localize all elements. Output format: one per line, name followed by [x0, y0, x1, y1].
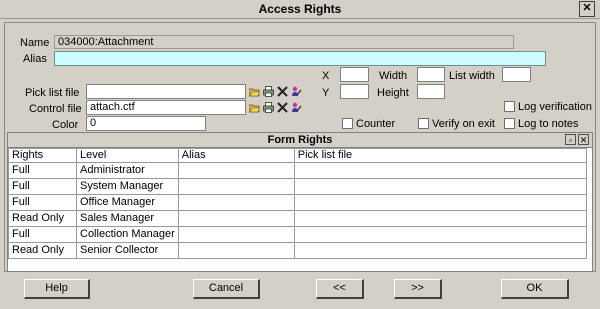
- width-input[interactable]: [417, 67, 445, 82]
- counter-label: Counter: [356, 118, 396, 130]
- pick-list-cell[interactable]: [293, 242, 587, 259]
- folder-open-icon[interactable]: [249, 102, 260, 113]
- rights-cell[interactable]: Full: [8, 178, 77, 195]
- level-cell[interactable]: Administrator: [76, 162, 179, 179]
- verify-on-exit-checkbox[interactable]: [418, 118, 429, 129]
- close-icon: ✕: [582, 2, 592, 14]
- help-button[interactable]: Help: [24, 279, 90, 299]
- table-row[interactable]: Full Administrator: [8, 162, 587, 179]
- name-field: 034000:Attachment: [54, 35, 514, 49]
- name-label: Name: [20, 37, 50, 49]
- column-header[interactable]: Level: [76, 148, 179, 163]
- table-row[interactable]: Full Office Manager: [8, 194, 587, 211]
- level-cell[interactable]: System Manager: [76, 178, 179, 195]
- log-verification-label: Log verification: [518, 101, 592, 113]
- level-cell[interactable]: Senior Collector: [76, 242, 179, 259]
- list-width-input[interactable]: [502, 67, 531, 82]
- y-label: Y: [322, 87, 330, 99]
- table-row[interactable]: Full System Manager: [8, 178, 587, 195]
- level-cell[interactable]: Collection Manager: [76, 226, 179, 243]
- delete-x-icon[interactable]: [277, 102, 288, 113]
- ok-button[interactable]: OK: [501, 279, 569, 299]
- level-cell[interactable]: Office Manager: [76, 194, 179, 211]
- color-input[interactable]: 0: [86, 116, 206, 131]
- folder-open-icon[interactable]: [249, 86, 260, 97]
- pick-list-input[interactable]: [86, 84, 246, 99]
- verify-on-exit-label: Verify on exit: [432, 118, 495, 130]
- window-title: Access Rights: [258, 2, 342, 16]
- pick-list-cell[interactable]: [293, 210, 587, 227]
- form-rights-table: Rights Level Alias Pick list file Full A…: [8, 148, 587, 259]
- rights-cell[interactable]: Read Only: [8, 242, 77, 259]
- table-row[interactable]: Read Only Senior Collector: [8, 242, 587, 259]
- table-header-row: Rights Level Alias Pick list file: [8, 148, 587, 163]
- next-button[interactable]: >>: [394, 279, 442, 299]
- alias-input[interactable]: [54, 51, 546, 66]
- control-file-input[interactable]: attach.ctf: [86, 100, 246, 115]
- control-file-toolbar: [249, 102, 309, 114]
- control-file-label: Control file: [29, 103, 82, 115]
- alias-cell[interactable]: [177, 242, 295, 259]
- close-icon: ✕: [579, 135, 588, 145]
- restore-button[interactable]: ▫: [565, 134, 576, 145]
- person-edit-icon[interactable]: [291, 86, 302, 97]
- alias-cell[interactable]: [177, 178, 295, 195]
- x-label: X: [322, 70, 330, 82]
- y-input[interactable]: [340, 84, 369, 99]
- rights-cell[interactable]: Full: [8, 162, 77, 179]
- x-input[interactable]: [340, 67, 369, 82]
- height-label: Height: [377, 87, 409, 99]
- previous-button[interactable]: <<: [316, 279, 364, 299]
- close-window-button[interactable]: ✕: [579, 1, 595, 17]
- pick-list-cell[interactable]: [293, 194, 587, 211]
- log-verification-checkbox[interactable]: [504, 101, 515, 112]
- printer-icon[interactable]: [263, 102, 274, 113]
- alias-label: Alias: [23, 53, 47, 65]
- height-input[interactable]: [417, 84, 445, 99]
- pick-list-label: Pick list file: [25, 87, 80, 99]
- alias-cell[interactable]: [177, 194, 295, 211]
- rights-cell[interactable]: Read Only: [8, 210, 77, 227]
- form-rights-panel: Form Rights ▫ ✕ Rights Level Alias Pick …: [7, 132, 593, 272]
- form-rights-title: Form Rights: [8, 133, 592, 148]
- color-label: Color: [52, 119, 79, 131]
- width-label: Width: [379, 70, 408, 82]
- rights-cell[interactable]: Full: [8, 226, 77, 243]
- restore-icon: ▫: [568, 135, 573, 145]
- column-header[interactable]: Alias: [177, 148, 295, 163]
- cancel-button[interactable]: Cancel: [193, 279, 260, 299]
- person-edit-icon[interactable]: [291, 102, 302, 113]
- panel-close-button[interactable]: ✕: [578, 134, 589, 145]
- pick-list-cell[interactable]: [293, 226, 587, 243]
- table-row[interactable]: Read Only Sales Manager: [8, 210, 587, 227]
- pick-list-toolbar: [249, 86, 309, 98]
- column-header[interactable]: Pick list file: [293, 148, 587, 163]
- level-cell[interactable]: Sales Manager: [76, 210, 179, 227]
- column-header[interactable]: Rights: [8, 148, 77, 163]
- pick-list-cell[interactable]: [293, 178, 587, 195]
- counter-checkbox[interactable]: [342, 118, 353, 129]
- delete-x-icon[interactable]: [277, 86, 288, 97]
- list-width-label: List width: [449, 70, 495, 82]
- alias-cell[interactable]: [177, 210, 295, 227]
- pick-list-cell[interactable]: [293, 162, 587, 179]
- log-to-notes-label: Log to notes: [518, 118, 579, 130]
- alias-cell[interactable]: [177, 226, 295, 243]
- printer-icon[interactable]: [263, 86, 274, 97]
- table-row[interactable]: Full Collection Manager: [8, 226, 587, 243]
- log-to-notes-checkbox[interactable]: [504, 118, 515, 129]
- alias-cell[interactable]: [177, 162, 295, 179]
- rights-cell[interactable]: Full: [8, 194, 77, 211]
